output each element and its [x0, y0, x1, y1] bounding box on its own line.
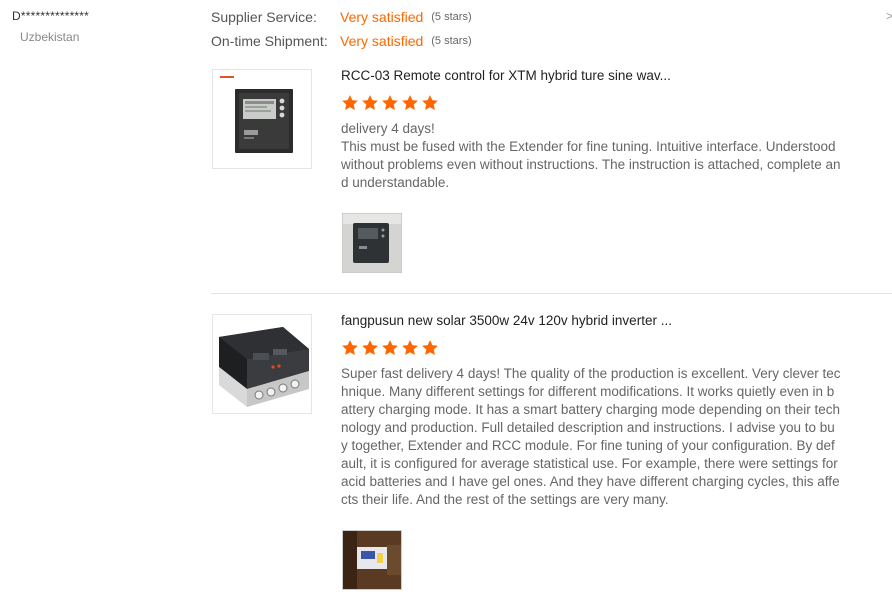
customer-photo	[343, 531, 401, 589]
star-icon	[422, 95, 438, 111]
product-title-link[interactable]: fangpusun new solar 3500w 24v 120v hybri…	[341, 313, 672, 328]
supplier-service-rating: Supplier Service: Very satisfied (5 star…	[211, 8, 472, 26]
review-divider	[211, 293, 892, 294]
review-text: Super fast delivery 4 days! The quality …	[341, 366, 841, 507]
star-icon	[422, 340, 438, 356]
star-icon	[402, 95, 418, 111]
rating-stars-text: (5 stars)	[431, 35, 472, 47]
star-icon	[382, 95, 398, 111]
rating-stars-text: (5 stars)	[431, 11, 472, 23]
rating-label: Supplier Service:	[211, 9, 317, 25]
rating-label: On-time Shipment:	[211, 33, 328, 49]
rating-value: Very satisfied	[340, 9, 424, 25]
reviewer-country: Uzbekistan	[20, 30, 80, 44]
product-title-link[interactable]: RCC-03 Remote control for XTM hybrid tur…	[341, 68, 671, 83]
star-icon	[402, 340, 418, 356]
customer-photo	[343, 214, 401, 272]
inverter-product-image	[213, 315, 311, 413]
review-photo[interactable]	[342, 213, 402, 273]
star-icon	[362, 95, 378, 111]
ontime-shipment-rating: On-time Shipment: Very satisfied (5 star…	[211, 32, 472, 50]
review-star-rating	[341, 339, 439, 357]
star-icon	[342, 95, 358, 111]
rating-value: Very satisfied	[340, 33, 424, 49]
scroll-edge-indicator: >	[886, 9, 892, 23]
review-photo[interactable]	[342, 530, 402, 590]
reviewer-name: D**************	[12, 9, 90, 23]
review-text: delivery 4 days! This must be fused with…	[341, 121, 841, 190]
product-thumbnail[interactable]	[212, 69, 312, 169]
star-icon	[382, 340, 398, 356]
review-star-rating	[341, 94, 439, 112]
product-thumbnail[interactable]	[212, 314, 312, 414]
remote-control-product-image	[213, 70, 311, 168]
star-icon	[342, 340, 358, 356]
star-icon	[362, 340, 378, 356]
